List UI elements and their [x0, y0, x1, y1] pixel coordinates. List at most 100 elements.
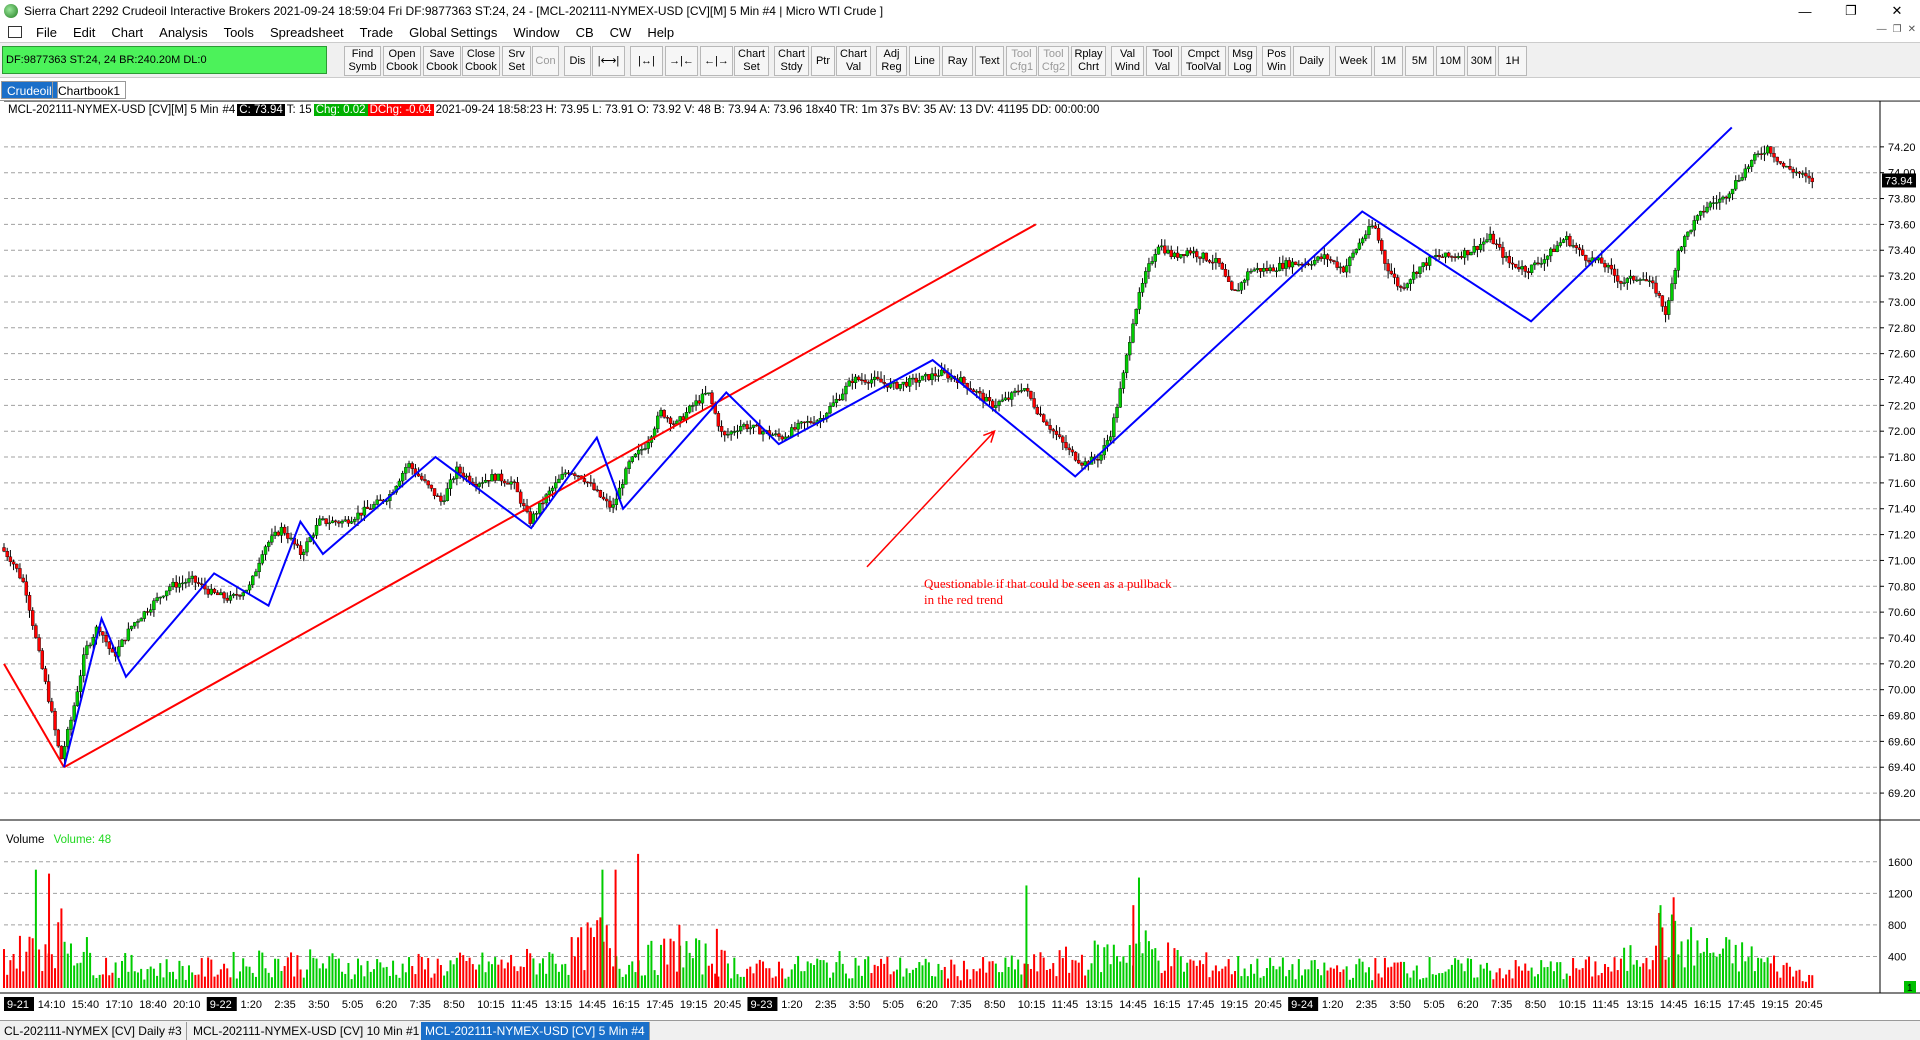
toolbar-button-5m-30[interactable]: 5M [1405, 46, 1434, 76]
candle-body [506, 482, 510, 485]
menu-analysis[interactable]: Analysis [151, 25, 215, 40]
toolbar-button--8[interactable]: |↔| [630, 46, 663, 76]
toolbar-button-1m-29[interactable]: 1M [1374, 46, 1403, 76]
toolbar-button-daily-27[interactable]: Daily [1293, 46, 1330, 76]
toolbar-button--7[interactable]: |⟷| [592, 46, 625, 76]
candle-body [1386, 263, 1390, 272]
toolbar-button-tool-val-23[interactable]: Tool Val [1146, 46, 1179, 76]
toolbar-button-cmpct-toolval-24[interactable]: Cmpct ToolVal [1181, 46, 1226, 76]
candle-body [34, 625, 38, 638]
menu-trade[interactable]: Trade [352, 25, 401, 40]
volume-bar [1667, 957, 1670, 988]
toolbar-button-line-16[interactable]: Line [909, 46, 940, 76]
volume-bar [1798, 969, 1801, 988]
document-icon[interactable] [8, 26, 22, 38]
menu-help[interactable]: Help [639, 25, 682, 40]
toolbar-button-dis-6[interactable]: Dis [564, 46, 591, 76]
chartbook-tab-crudeoil[interactable]: Crudeoil [1, 81, 58, 99]
volume-bar [959, 980, 962, 988]
candle-body [1399, 286, 1403, 288]
toolbar-button-ray-17[interactable]: Ray [942, 46, 973, 76]
mdi-close-button[interactable]: ✕ [1908, 24, 1916, 35]
menu-edit[interactable]: Edit [65, 25, 103, 40]
toolbar-button-close-cbook-3[interactable]: Close Cbook [462, 46, 500, 76]
volume-bar [1358, 958, 1361, 988]
volume-bar [379, 962, 382, 988]
restore-button[interactable]: ❐ [1828, 0, 1874, 22]
candle-body [1434, 255, 1438, 257]
volume-bar [1399, 961, 1402, 988]
toolbar-button-text-18[interactable]: Text [975, 46, 1004, 76]
toolbar-button-msg-log-25[interactable]: Msg Log [1228, 46, 1257, 76]
time-label: 20:45 [1795, 999, 1823, 1011]
toolbar-button-save-cbook-2[interactable]: Save Cbook [423, 46, 461, 76]
toolbar-button-open-cbook-1[interactable]: Open Cbook [383, 46, 421, 76]
candle-body [1663, 306, 1668, 315]
volume-bar [937, 963, 940, 988]
candle-body [235, 593, 239, 596]
volume-bar [557, 971, 560, 988]
chart-tab-mcl-10min[interactable]: MCL-202111-NYMEX-USD [CV] 10 Min #1 [189, 1022, 425, 1040]
toolbar-button-chart-val-14[interactable]: Chart Val [836, 46, 871, 76]
volume-bar [1281, 957, 1284, 988]
volume-bar [707, 965, 710, 988]
candle-body [895, 382, 899, 389]
chartbook-tabstrip: Crudeoil Chartbook1 [0, 79, 1920, 101]
menu-window[interactable]: Window [505, 25, 567, 40]
toolbar-button-find-symb-0[interactable]: Find Symb [344, 46, 381, 76]
toolbar-button-ptr-13[interactable]: Ptr [811, 46, 835, 76]
close-button[interactable]: ✕ [1874, 0, 1920, 22]
volume-bar [270, 977, 273, 988]
chart-annotation-text[interactable]: Questionable if that could be seen as a … [924, 576, 1284, 608]
menu-file[interactable]: File [28, 25, 65, 40]
chart-tab-mcl-5min[interactable]: MCL-202111-NYMEX-USD [CV] 5 Min #4 [421, 1022, 650, 1040]
toolbar-button--10[interactable]: ←|→ [700, 46, 733, 76]
candle-body [397, 480, 402, 487]
menu-chart[interactable]: Chart [103, 25, 151, 40]
volume-bar [1607, 966, 1610, 988]
minimize-button[interactable]: — [1782, 0, 1828, 22]
mdi-restore-button[interactable]: ❐ [1893, 24, 1902, 35]
chart-area[interactable]: 69.20 69.40 69.60 69.80 70.00 70.20 70.40 70.60… [0, 101, 1920, 1020]
menu-cb[interactable]: CB [568, 25, 602, 40]
toolbar-button-chart-stdy-12[interactable]: Chart Stdy [774, 46, 809, 76]
time-label: 2:35 [815, 999, 836, 1011]
candle-body [31, 610, 35, 626]
menu-cw[interactable]: CW [602, 25, 640, 40]
toolbar-button--9[interactable]: →|← [665, 46, 698, 76]
time-label: 10:15 [477, 999, 505, 1011]
volume-bar [758, 959, 761, 988]
price-chart[interactable]: 69.20 69.40 69.60 69.80 70.00 70.20 70.40 70.60… [0, 101, 1920, 1020]
toolbar-button-srv-set-4[interactable]: Srv Set [502, 46, 531, 76]
candle-body [898, 384, 902, 389]
toolbar-button-pos-win-26[interactable]: Pos Win [1262, 46, 1291, 76]
menu-tools[interactable]: Tools [216, 25, 262, 40]
volume-bar [797, 955, 800, 988]
volume-bar [433, 973, 436, 988]
menu-spreadsheet[interactable]: Spreadsheet [262, 25, 352, 40]
chart-tab-cl-daily[interactable]: CL-202111-NYMEX [CV] Daily #3 [0, 1022, 187, 1040]
toolbar-button-val-wind-22[interactable]: Val Wind [1111, 46, 1144, 76]
menu-global-settings[interactable]: Global Settings [401, 25, 505, 40]
toolbar-button-10m-31[interactable]: 10M [1436, 46, 1465, 76]
toolbar-button-30m-32[interactable]: 30M [1467, 46, 1496, 76]
chartbook-tab-chartbook1[interactable]: Chartbook1 [52, 81, 127, 99]
candle-body [104, 635, 108, 643]
toolbar-button-1h-33[interactable]: 1H [1498, 46, 1527, 76]
mdi-minimize-button[interactable]: — [1877, 24, 1887, 35]
candle-body [668, 417, 673, 424]
price-tick-label: 70.20 [1888, 659, 1916, 671]
volume-bar [309, 949, 312, 988]
volume-bar [589, 927, 592, 988]
toolbar-button-adj-reg-15[interactable]: Adj Reg [876, 46, 907, 76]
candle-body [1373, 225, 1378, 229]
toolbar-button-rplay-chrt-21[interactable]: Rplay Chrt [1071, 46, 1106, 76]
toolbar-button-week-28[interactable]: Week [1335, 46, 1372, 76]
price-tick-label: 72.00 [1888, 426, 1916, 438]
volume-bar [966, 969, 969, 988]
volume-bar [427, 958, 430, 988]
volume-bar [918, 962, 921, 988]
candle-body [793, 427, 797, 430]
toolbar-button-chart-set-11[interactable]: Chart Set [734, 46, 769, 76]
volume-bar [408, 957, 411, 988]
